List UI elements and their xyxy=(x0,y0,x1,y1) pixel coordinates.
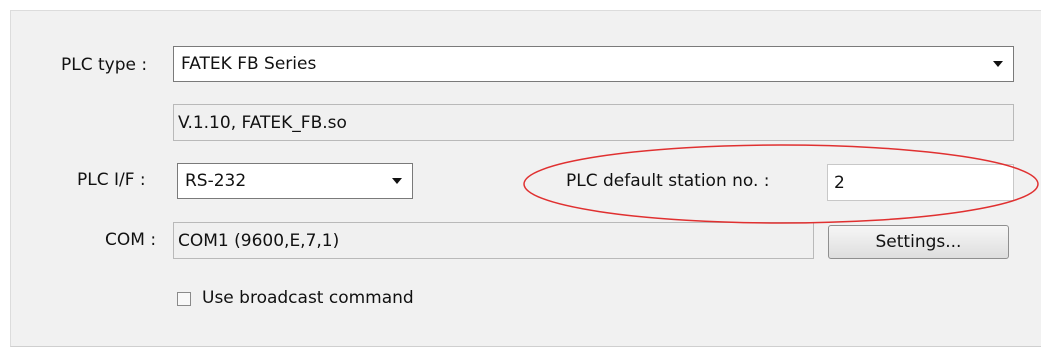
com-field: COM1 (9600,E,7,1) xyxy=(173,222,814,259)
station-number-value: 2 xyxy=(834,172,845,193)
driver-info-text: V.1.10, FATEK_FB.so xyxy=(178,112,347,133)
com-label: COM : xyxy=(105,230,157,250)
station-label: PLC default station no. : xyxy=(566,171,770,191)
settings-button[interactable]: Settings... xyxy=(828,225,1009,259)
plc-type-label: PLC type : xyxy=(61,55,148,75)
plc-if-label: PLC I/F : xyxy=(77,170,146,190)
chevron-down-icon xyxy=(993,61,1003,67)
driver-info-field: V.1.10, FATEK_FB.so xyxy=(173,104,1014,141)
plc-type-value: FATEK FB Series xyxy=(181,54,317,74)
broadcast-checkbox[interactable] xyxy=(177,292,191,306)
plc-if-value: RS-232 xyxy=(185,171,247,191)
broadcast-label: Use broadcast command xyxy=(202,288,414,308)
plc-type-dropdown[interactable]: FATEK FB Series xyxy=(173,46,1014,82)
plc-if-dropdown[interactable]: RS-232 xyxy=(177,163,413,199)
chevron-down-icon xyxy=(392,178,402,184)
com-value: COM1 (9600,E,7,1) xyxy=(178,230,340,251)
station-number-input[interactable]: 2 xyxy=(827,164,1014,201)
